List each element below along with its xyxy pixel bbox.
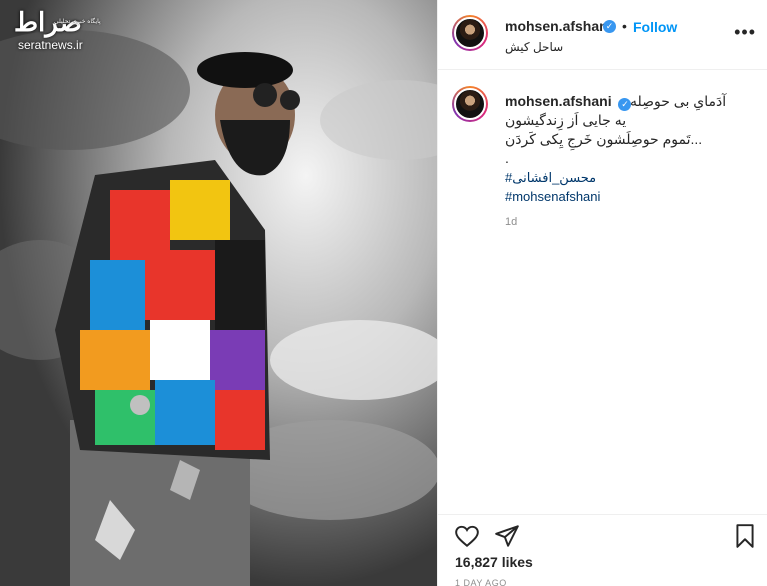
caption-line-3: ...تَموم حوصِلَشون خَرجِ یِکی کَردَن — [505, 131, 703, 147]
separator-dot: • — [622, 18, 627, 34]
caption-line-2: یه جایی اَز زِندگیشون — [505, 112, 627, 128]
action-bar — [438, 514, 767, 554]
heart-icon[interactable] — [454, 523, 480, 549]
post-time-ago: 1 DAY AGO — [455, 578, 507, 586]
likes-count[interactable]: 16,827 likes — [455, 554, 533, 570]
watermark-tagline: پایگاه خبری تحلیلی — [54, 19, 101, 25]
caption-username[interactable]: mohsen.afshani — [505, 93, 612, 109]
caption-age: 1d — [505, 216, 518, 228]
post-location[interactable]: ساحل کیش — [505, 40, 563, 54]
more-options-icon[interactable]: ••• — [734, 22, 756, 43]
post-side-panel: mohsen.afshani ✓ • Follow ساحل کیش ••• m… — [437, 0, 767, 586]
bookmark-icon[interactable] — [732, 523, 758, 549]
photo-illustration — [0, 0, 437, 586]
avatar[interactable] — [452, 15, 488, 51]
watermark: صراط پایگاه خبری تحلیلی seratnews.ir — [8, 6, 108, 52]
watermark-site: seratnews.ir — [18, 38, 83, 52]
verified-badge-icon: ✓ — [603, 20, 616, 33]
caption-line-1: آدَمایِ بی حوصِله — [630, 93, 727, 109]
caption-avatar[interactable] — [452, 86, 488, 122]
hashtag-en[interactable]: #mohsenafshani — [505, 187, 760, 206]
hashtag-fa[interactable]: #محسن_افشانی — [505, 168, 760, 187]
post-photo[interactable]: صراط پایگاه خبری تحلیلی seratnews.ir — [0, 0, 437, 586]
post-caption: mohsen.afshani ✓ آدَمایِ بی حوصِله یه جا… — [505, 92, 760, 206]
post-header: mohsen.afshani ✓ • Follow ساحل کیش ••• — [438, 0, 767, 70]
caption-line-4: . — [505, 150, 509, 166]
header-username[interactable]: mohsen.afshani — [505, 18, 612, 34]
follow-button[interactable]: Follow — [633, 19, 677, 35]
share-icon[interactable] — [494, 523, 520, 549]
